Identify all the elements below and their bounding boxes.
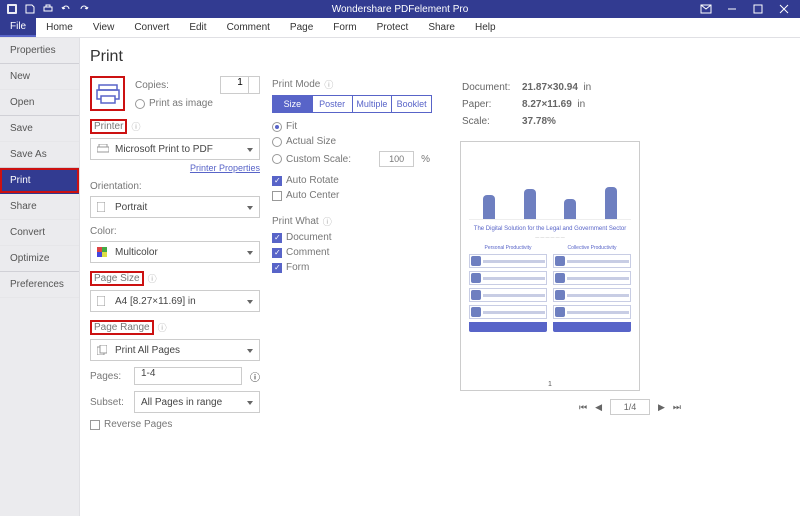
help-icon[interactable]: ⓘ <box>158 321 167 334</box>
close-button[interactable] <box>772 2 796 16</box>
titlebar: Wondershare PDFelement Pro <box>0 0 800 18</box>
menu-view[interactable]: View <box>83 18 125 37</box>
menu-convert[interactable]: Convert <box>124 18 179 37</box>
menu-comment[interactable]: Comment <box>217 18 280 37</box>
actual-size-radio[interactable] <box>272 137 282 147</box>
printer-select[interactable]: Microsoft Print to PDF <box>90 138 260 160</box>
page-range-select[interactable]: Print All Pages <box>90 339 260 361</box>
help-icon[interactable]: ⓘ <box>250 369 260 384</box>
orientation-label: Orientation: <box>90 181 260 192</box>
menu-form[interactable]: Form <box>323 18 366 37</box>
preview-pager: ⏮ ◀ 1/4 ▶ ⏭ <box>460 399 800 415</box>
color-label: Color: <box>90 226 260 237</box>
tab-booklet[interactable]: Booklet <box>392 96 431 112</box>
print-mode-tabs: Size Poster Multiple Booklet <box>272 95 432 113</box>
print-what-label: Print What <box>272 216 319 227</box>
sidebar-item-save[interactable]: Save <box>0 116 79 142</box>
tab-size[interactable]: Size <box>273 96 313 112</box>
page-range-label: Page Range <box>90 320 154 335</box>
save-icon[interactable] <box>24 3 36 15</box>
file-sidebar: Properties New Open Save Save As Print S… <box>0 38 80 516</box>
color-select[interactable]: Multicolor <box>90 241 260 263</box>
pager-first[interactable]: ⏮ <box>579 402 587 413</box>
printer-small-icon <box>97 144 111 154</box>
menu-help[interactable]: Help <box>465 18 506 37</box>
pager-prev[interactable]: ◀ <box>595 402 602 413</box>
menu-file[interactable]: File <box>0 18 36 37</box>
pages-input[interactable]: 1-4 <box>134 367 242 385</box>
page-icon <box>97 296 111 306</box>
page-size-select[interactable]: A4 [8.27×11.69] in <box>90 290 260 312</box>
pager-last[interactable]: ⏭ <box>673 402 681 413</box>
what-comment-checkbox[interactable] <box>272 248 282 258</box>
custom-scale-input[interactable]: 100 <box>379 151 414 167</box>
sidebar-item-save-as[interactable]: Save As <box>0 142 79 168</box>
page-preview: The Digital Solution for the Legal and G… <box>460 141 640 391</box>
minimize-button[interactable] <box>720 2 744 16</box>
what-document-checkbox[interactable] <box>272 233 282 243</box>
tab-poster[interactable]: Poster <box>313 96 353 112</box>
sidebar-item-convert[interactable]: Convert <box>0 220 79 246</box>
orientation-select[interactable]: Portrait <box>90 196 260 218</box>
help-icon[interactable]: ⓘ <box>323 215 332 228</box>
sidebar-item-open[interactable]: Open <box>0 90 79 116</box>
copies-label: Copies: <box>135 80 169 91</box>
menu-page[interactable]: Page <box>280 18 323 37</box>
print-mode-label: Print Mode <box>272 79 320 90</box>
sidebar-item-print[interactable]: Print <box>0 168 79 194</box>
sidebar-item-share[interactable]: Share <box>0 194 79 220</box>
auto-center-checkbox[interactable] <box>272 191 282 201</box>
document-info: Document:21.87×30.94 in Paper:8.27×11.69… <box>460 78 593 131</box>
sidebar-item-preferences[interactable]: Preferences <box>0 272 79 298</box>
subset-select[interactable]: All Pages in range <box>134 391 260 413</box>
multicolor-icon <box>97 247 111 257</box>
portrait-icon <box>97 202 111 212</box>
subset-label: Subset: <box>90 397 126 408</box>
print-as-image-label: Print as image <box>149 98 213 109</box>
page-size-label: Page Size <box>90 271 144 286</box>
page-title: Print <box>90 48 260 66</box>
app-logo-icon <box>6 3 18 15</box>
auto-rotate-checkbox[interactable] <box>272 176 282 186</box>
fit-radio[interactable] <box>272 122 282 132</box>
tab-multiple[interactable]: Multiple <box>353 96 393 112</box>
printer-large-icon <box>90 76 125 111</box>
help-icon[interactable]: ⓘ <box>131 120 140 133</box>
pages-icon <box>97 345 111 355</box>
pager-input[interactable]: 1/4 <box>610 399 650 415</box>
reverse-pages-checkbox[interactable] <box>90 420 100 430</box>
help-icon[interactable]: ⓘ <box>324 78 333 91</box>
reverse-pages-label: Reverse Pages <box>104 419 172 430</box>
maximize-button[interactable] <box>746 2 770 16</box>
menu-home[interactable]: Home <box>36 18 83 37</box>
pages-label: Pages: <box>90 371 126 382</box>
printer-properties-link[interactable]: Printer Properties <box>90 163 260 173</box>
sidebar-item-optimize[interactable]: Optimize <box>0 246 79 272</box>
menubar: File Home View Convert Edit Comment Page… <box>0 18 800 38</box>
what-form-checkbox[interactable] <box>272 263 282 273</box>
custom-scale-radio[interactable] <box>272 154 282 164</box>
copies-input[interactable]: 1 <box>220 76 260 94</box>
printer-section-label: Printer <box>90 119 127 134</box>
mail-button[interactable] <box>694 2 718 16</box>
undo-icon[interactable] <box>60 3 72 15</box>
print-as-image-radio[interactable] <box>135 99 145 109</box>
menu-protect[interactable]: Protect <box>367 18 419 37</box>
app-title: Wondershare PDFelement Pro <box>0 4 800 15</box>
sidebar-item-properties[interactable]: Properties <box>0 38 79 64</box>
print-icon[interactable] <box>42 3 54 15</box>
pager-next[interactable]: ▶ <box>658 402 665 413</box>
redo-icon[interactable] <box>78 3 90 15</box>
menu-edit[interactable]: Edit <box>179 18 216 37</box>
help-icon[interactable]: ⓘ <box>148 272 157 285</box>
menu-share[interactable]: Share <box>418 18 465 37</box>
sidebar-item-new[interactable]: New <box>0 64 79 90</box>
